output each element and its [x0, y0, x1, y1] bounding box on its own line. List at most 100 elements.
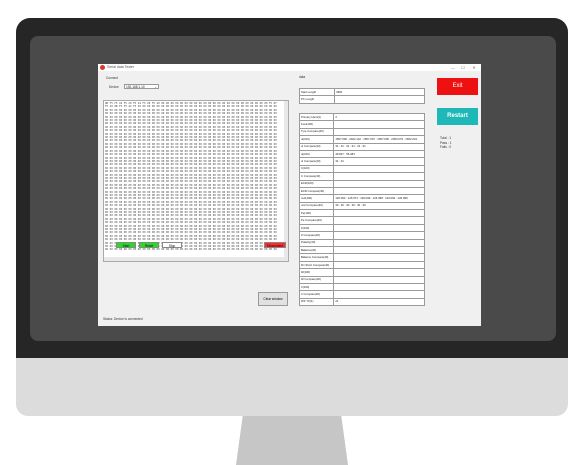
field-value — [333, 223, 425, 233]
field-value — [333, 231, 425, 240]
field-value — [333, 253, 425, 262]
table-row: Pe Compare(40) — [298, 216, 425, 225]
field-name: ul(100) — [298, 149, 335, 159]
stat-line: Total : 1 — [440, 136, 452, 140]
title-bar: Serial data Tester — ☐ ✕ — [98, 64, 481, 71]
field-name: ul(100) — [298, 135, 335, 144]
window-title: Serial data Tester — [107, 65, 135, 69]
table-row: uv2(100) 126.094 : 126.574 : 126.099 : 12… — [298, 194, 425, 203]
field-value — [334, 95, 425, 104]
monitor-chin — [16, 358, 568, 416]
field-name: ECR Compare(40) — [298, 186, 335, 196]
table-row: DIF YK(1) 21 — [298, 297, 425, 307]
vertical-scrollbar[interactable] — [284, 101, 288, 261]
field-name: Pe(100) — [298, 209, 335, 218]
field-value: 3381 — [334, 87, 425, 97]
table-row: Primary Ident(1) 2 — [298, 112, 425, 122]
table-row: Balance(40) — [298, 246, 425, 255]
field-value — [333, 127, 425, 137]
start-button[interactable]: Start — [116, 242, 136, 248]
field-name: Balance Compare(40) — [298, 253, 335, 262]
close-icon[interactable]: ✕ — [470, 64, 478, 71]
connect-group-label: Connect — [106, 76, 118, 80]
exit-button[interactable]: Exit — [437, 78, 478, 95]
stat-line: Fails : 0 — [440, 145, 452, 150]
table-row: Pe(100) — [298, 209, 425, 218]
monitor-stand — [236, 416, 348, 465]
table-row: ul Compare(40) 31 : 31 : 31 : 31 : 31 : 3… — [298, 142, 425, 151]
table-row: iR(100) — [298, 268, 425, 277]
field-value — [333, 268, 425, 277]
field-name: Start Length — [298, 87, 336, 97]
field-name: C Compare(40) — [298, 172, 335, 181]
hex-line: 00 00 00 00 00 00 00 00 00 00 00 00 00 0… — [105, 248, 277, 252]
table-row: uv2 Compare(40) 30 : 30 : 30 : 30 : 30 : … — [298, 201, 425, 211]
table-row: Fuel(100) — [298, 120, 425, 129]
disconnect-button[interactable]: Disconnect — [264, 242, 286, 248]
field-name: DIF YK(1) — [298, 297, 335, 307]
field-value: 126.094 : 126.574 : 126.099 : 126.098 : … — [333, 194, 425, 203]
field-name: ul Compare(40) — [298, 142, 335, 151]
table-row: Z Compare(40) — [298, 231, 425, 240]
clear-window-button[interactable]: Clear window — [258, 292, 288, 306]
stop-button[interactable]: Stop — [162, 242, 182, 248]
reset-button[interactable]: Reset — [139, 242, 159, 248]
field-name: Rn Short Compare(40) — [298, 260, 335, 270]
table-row: Polarity(40) — [298, 238, 425, 248]
table-row: Tyre Compare(40) — [298, 127, 425, 137]
table-row: ul(100) 49.827 : 55.283 — [298, 149, 425, 159]
field-name: ul Compare(40) — [298, 157, 335, 166]
field-value: 2 — [333, 112, 425, 122]
info-table-main: Primary Ident(1) 2 Fuel(100) Tyre Compare(4… — [298, 112, 425, 307]
table-row: ul(100) 1557.006 : 2402.142 : 1557.007 : … — [298, 135, 425, 144]
table-row: Z(100) — [298, 223, 425, 233]
field-value: 21 — [333, 297, 425, 307]
maximize-icon[interactable]: ☐ — [459, 64, 467, 71]
table-row: Rn Short Compare(40) — [298, 260, 425, 270]
table-row: Balance Compare(40) — [298, 253, 425, 262]
field-name: Pe Compare(40) — [298, 216, 335, 225]
field-value — [333, 209, 425, 218]
device-label: Device — [109, 85, 119, 89]
field-name: PC Length — [298, 95, 336, 104]
field-value — [333, 275, 425, 285]
field-value — [333, 290, 425, 299]
device-select[interactable]: 192.168.1.10 ⌄ — [124, 84, 159, 89]
minimize-icon[interactable]: — — [449, 64, 457, 71]
hex-data-lines: 0B F5 F5 42 F5 20 F5 44 F5 00 F5 40 00 0… — [104, 101, 288, 253]
field-value: 30 : 30 : 30 : 30 : 30 : 30 — [333, 201, 425, 211]
field-name: Z(100) — [298, 223, 335, 233]
device-select-value: 192.168.1.10 — [126, 85, 145, 89]
field-value — [333, 260, 425, 270]
field-name: Primary Ident(1) — [298, 112, 335, 122]
field-value — [333, 179, 425, 188]
app-icon — [100, 65, 105, 70]
field-name: Tyre Compare(40) — [298, 127, 335, 137]
horizontal-scrollbar[interactable] — [104, 257, 288, 261]
field-name: tr Compare(40) — [298, 290, 335, 299]
field-name: uv2 Compare(40) — [298, 201, 335, 211]
table-row: PC Length — [298, 95, 425, 104]
field-value: 31 : 31 — [333, 157, 425, 166]
table-row: ECR Compare(40) — [298, 186, 425, 196]
stat-line: Pass : 1 — [440, 140, 452, 145]
field-value — [333, 238, 425, 248]
field-name: iR(100) — [298, 268, 335, 277]
field-value — [333, 282, 425, 292]
field-value: 31 : 31 : 31 : 31 : 31 : 31 — [333, 142, 425, 151]
field-value: 49.827 : 55.283 — [333, 149, 425, 159]
field-name: ECR(100) — [298, 179, 335, 188]
chevron-down-icon: ⌄ — [154, 85, 157, 89]
field-value — [333, 172, 425, 181]
app-window: Serial data Tester — ☐ ✕ Connect Device … — [98, 64, 481, 326]
table-row: tr Compare(40) — [298, 290, 425, 299]
field-value — [333, 186, 425, 196]
field-value — [333, 216, 425, 225]
data-label: data — [299, 75, 306, 79]
field-value: 1557.006 : 2402.142 : 1557.007 : 1557.00… — [333, 135, 425, 144]
field-value — [333, 120, 425, 129]
table-row: C(100) — [298, 164, 425, 174]
restart-button[interactable]: Restart — [437, 108, 478, 125]
serial-data-box[interactable]: 0B F5 F5 42 F5 20 F5 44 F5 00 F5 40 00 0… — [103, 100, 289, 262]
table-row: Start Length 3381 — [298, 87, 425, 97]
